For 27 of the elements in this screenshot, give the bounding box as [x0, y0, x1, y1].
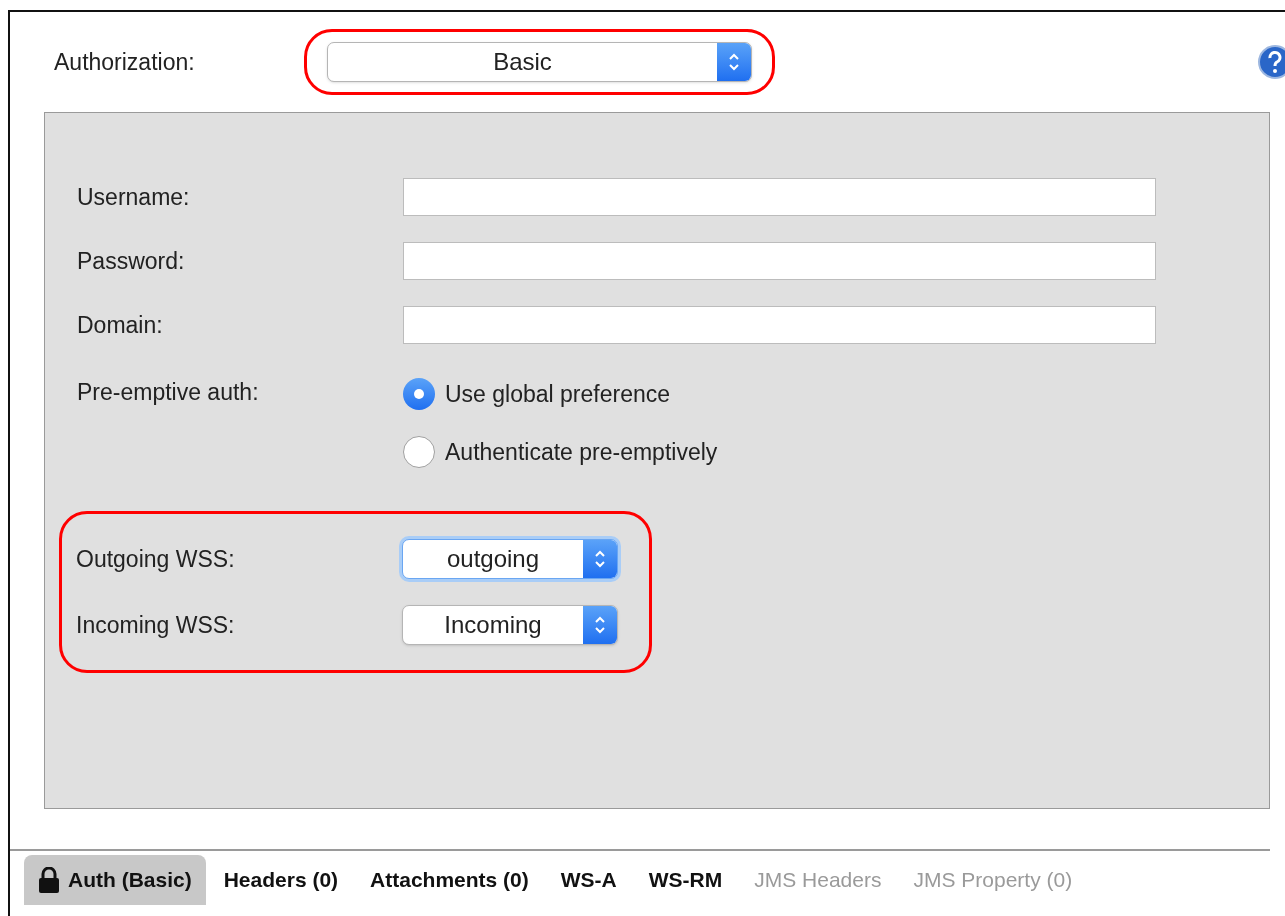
- dropdown[interactable]: Basic: [327, 42, 752, 82]
- help-icon[interactable]: [1257, 44, 1285, 80]
- stepper-icon: [583, 606, 617, 644]
- field-label: Outgoing WSS:: [76, 544, 236, 574]
- tab[interactable]: Attachments (0): [356, 855, 543, 905]
- radio-selected[interactable]: [403, 378, 435, 410]
- field-label: Pre-emptive auth:: [76, 378, 260, 407]
- field-label: Password:: [76, 246, 186, 276]
- tab[interactable]: WS-A: [546, 855, 631, 905]
- tab[interactable]: Auth (Basic): [24, 855, 206, 905]
- text-field[interactable]: [403, 306, 1156, 344]
- field-label: Username:: [76, 182, 191, 212]
- dropdown[interactable]: Incoming: [402, 605, 618, 645]
- authorization-label: Authorization:: [54, 47, 196, 77]
- text-field[interactable]: [403, 178, 1156, 216]
- radio-option[interactable]: Authenticate pre-emptively: [403, 423, 718, 481]
- tab[interactable]: WS-RM: [634, 855, 737, 905]
- field-label: Incoming WSS:: [76, 610, 236, 640]
- field-label: Domain:: [76, 310, 164, 340]
- lock-icon: [38, 867, 60, 893]
- text-field[interactable]: [403, 242, 1156, 280]
- radio-unselected[interactable]: [403, 436, 435, 468]
- stepper-icon: [583, 540, 617, 578]
- stepper-icon: [717, 43, 751, 81]
- tab[interactable]: Headers (0): [209, 855, 353, 905]
- radio-option[interactable]: Use global preference: [403, 365, 718, 423]
- dropdown[interactable]: outgoing: [402, 539, 618, 579]
